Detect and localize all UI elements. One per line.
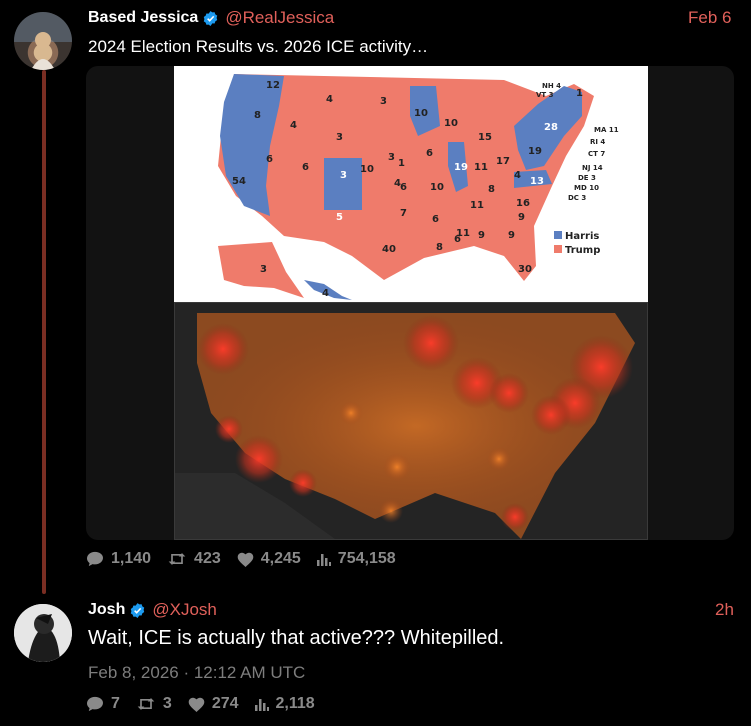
like-count: 4,245	[260, 550, 301, 567]
state-label: 1	[576, 88, 583, 99]
state-label: 4	[514, 170, 521, 181]
views-icon	[254, 699, 269, 711]
tweet-media[interactable]: 12 8 4 3 10 10 15 4 3 28 1 54 6 6 3 3 4 …	[86, 66, 734, 540]
state-label: 28	[544, 122, 558, 133]
avatar-josh[interactable]	[14, 604, 72, 662]
state-label: 13	[530, 176, 544, 187]
state-label: 6	[426, 148, 433, 159]
state-label: 4	[326, 94, 333, 105]
tweet-actions: 1,140 423 4,245 754,158	[86, 550, 412, 568]
ne-label: MD 10	[574, 184, 599, 192]
legend-harris: Harris	[565, 231, 599, 242]
views-count: 2,118	[275, 695, 315, 712]
reply-display-name[interactable]: Josh	[88, 601, 125, 619]
state-label: 4	[290, 120, 297, 131]
state-label: 3	[380, 96, 387, 107]
retweet-count: 3	[162, 695, 172, 712]
reply-count: 7	[111, 695, 120, 712]
legend-swatch-trump	[554, 245, 562, 253]
election-results-map: 12 8 4 3 10 10 15 4 3 28 1 54 6 6 3 3 4 …	[174, 66, 648, 302]
retweet-action[interactable]: 3	[136, 695, 172, 713]
state-label: 9	[478, 230, 485, 241]
state-label: 8	[254, 110, 261, 121]
tweet-text: 2024 Election Results vs. 2026 ICE activ…	[88, 37, 429, 56]
verified-badge-icon	[204, 10, 218, 26]
state-label: 3	[340, 170, 347, 181]
state-label: 10	[360, 164, 374, 175]
display-name[interactable]: Based Jessica	[88, 9, 198, 27]
legend-trump: Trump	[565, 245, 600, 256]
state-label: 17	[496, 156, 510, 167]
ne-label: CT 7	[588, 150, 605, 158]
state-label: 15	[478, 132, 492, 143]
ne-label: RI 4	[590, 138, 605, 146]
reply-timestamp[interactable]: Feb 8, 2026 · 12:12 AM UTC	[88, 663, 305, 683]
ne-label: NH 4	[542, 82, 561, 90]
state-label: 10	[430, 182, 444, 193]
reply-icon	[87, 551, 103, 567]
retweet-icon	[137, 698, 155, 710]
state-label: 6	[432, 214, 439, 225]
state-label: 5	[336, 212, 343, 223]
state-label: 4	[322, 288, 329, 299]
state-label: 3	[336, 132, 343, 143]
views-icon	[316, 554, 331, 566]
state-label: 8	[488, 184, 495, 195]
heart-icon	[188, 697, 205, 712]
state-label: 12	[266, 80, 280, 91]
reply-actions: 7 3 274 2,118	[86, 695, 331, 713]
ne-label: DC 3	[568, 194, 586, 202]
reply-text: Wait, ICE is actually that active??? Whi…	[88, 627, 505, 649]
verified-badge-icon	[131, 602, 145, 618]
ne-label: VT 3	[536, 91, 554, 99]
state-label: 6	[400, 182, 407, 193]
like-action[interactable]: 274	[188, 695, 239, 713]
retweet-action[interactable]: 423	[167, 550, 221, 568]
reply-handle[interactable]: @XJosh	[152, 600, 217, 620]
state-label: 9	[518, 212, 525, 223]
state-label: 30	[518, 264, 532, 275]
state-label: 54	[232, 176, 246, 187]
reply-header: Josh @XJosh	[88, 600, 217, 620]
state-label: 40	[382, 244, 396, 255]
ne-label: DE 3	[578, 174, 596, 182]
state-label: 19	[454, 162, 468, 173]
state-label: 10	[444, 118, 458, 129]
state-label: 3	[260, 264, 267, 275]
reply-action[interactable]: 7	[86, 695, 120, 713]
ne-label: MA 11	[594, 126, 619, 134]
handle[interactable]: @RealJessica	[225, 8, 334, 28]
avatar-based-jessica[interactable]	[14, 12, 72, 70]
heart-icon	[237, 552, 254, 567]
state-label: 3	[388, 152, 395, 163]
state-label: 6	[302, 162, 309, 173]
state-label: 16	[516, 198, 530, 209]
state-label: 1	[398, 158, 405, 169]
views-action[interactable]: 2,118	[254, 695, 315, 713]
tweet-time[interactable]: Feb 6	[688, 8, 731, 28]
reply-action[interactable]: 1,140	[86, 550, 151, 568]
state-label: 10	[414, 108, 428, 119]
state-label: 6	[266, 154, 273, 165]
reply-icon	[87, 696, 103, 712]
reply-time[interactable]: 2h	[715, 600, 734, 620]
reply-count: 1,140	[111, 550, 152, 567]
thread-connector-line	[42, 70, 46, 594]
state-label: 7	[400, 208, 407, 219]
ne-label: NJ 14	[582, 164, 603, 172]
like-action[interactable]: 4,245	[237, 550, 301, 568]
state-label: 11	[470, 200, 484, 211]
state-label: 6	[454, 234, 461, 245]
retweet-count: 423	[194, 550, 221, 567]
state-label: 11	[474, 162, 488, 173]
state-label: 8	[436, 242, 443, 253]
tweet-header: Based Jessica @RealJessica	[88, 8, 334, 28]
legend-swatch-harris	[554, 231, 562, 239]
retweet-icon	[168, 553, 186, 565]
views-count: 754,158	[337, 550, 396, 567]
ice-activity-heatmap	[174, 302, 648, 540]
views-action[interactable]: 754,158	[316, 550, 396, 568]
state-label: 19	[528, 146, 542, 157]
like-count: 274	[211, 695, 239, 712]
